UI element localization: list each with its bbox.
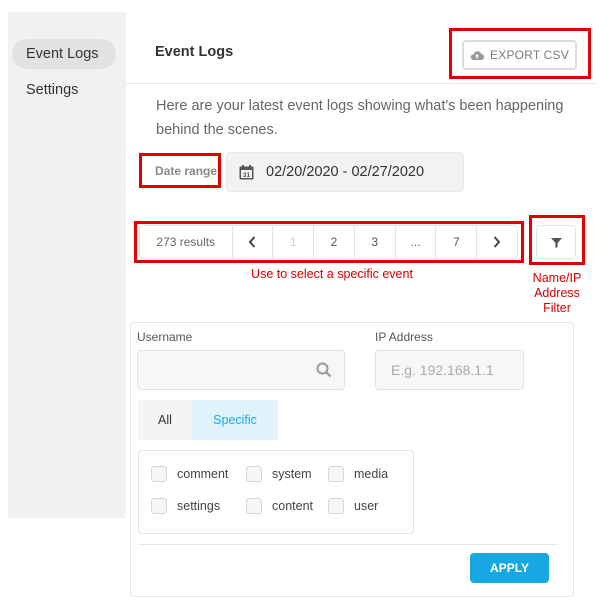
checkbox-box[interactable]	[151, 498, 167, 514]
sidebar-item-event-logs[interactable]: Event Logs	[12, 39, 116, 69]
segment-specific[interactable]: Specific	[192, 400, 278, 440]
filter-annotation-line: Address	[534, 286, 580, 300]
page-title: Event Logs	[155, 44, 234, 60]
filter-annotation-line: Filter	[543, 301, 571, 315]
export-csv-button[interactable]: EXPORT CSV	[462, 40, 577, 70]
filter-toggle-button[interactable]	[536, 225, 576, 259]
checkbox-label: system	[272, 467, 312, 481]
filter-mode-segmented: All Specific	[138, 400, 278, 440]
export-csv-label: EXPORT CSV	[490, 48, 569, 62]
filter-annotation: Name/IP Address Filter	[520, 271, 594, 316]
pagination: 273 results 1 2 3 ... 7	[139, 225, 518, 259]
checkbox-comment[interactable]: comment	[151, 466, 228, 482]
description-text: Here are your latest event logs showing …	[156, 98, 564, 138]
page-button-2[interactable]: 2	[313, 226, 354, 258]
search-icon	[316, 362, 332, 378]
segment-all[interactable]: All	[138, 400, 192, 440]
chevron-left-icon	[249, 236, 256, 248]
ip-address-input[interactable]: E.g. 192.168.1.1	[375, 350, 524, 390]
date-range-value: 02/20/2020 - 02/27/2020	[266, 164, 425, 180]
checkbox-media[interactable]: media	[328, 466, 388, 482]
sidebar-item-label: Settings	[26, 82, 79, 98]
checkbox-settings[interactable]: settings	[151, 498, 220, 514]
filter-annotation-line: Name/IP	[532, 271, 582, 285]
date-range-field[interactable]: 31 02/20/2020 - 02/27/2020	[226, 152, 464, 192]
sidebar: Event Logs Settings	[8, 12, 126, 518]
checkbox-label: comment	[177, 467, 229, 481]
page-button-7[interactable]: 7	[435, 226, 476, 258]
panel-header: Event Logs EXPORT CSV	[126, 22, 596, 84]
results-count: 273 results	[156, 235, 216, 249]
checkbox-label: settings	[177, 499, 221, 513]
checkbox-label: media	[354, 467, 389, 481]
checkbox-label: content	[272, 499, 314, 513]
pagination-annotation: Use to select a specific event	[251, 267, 413, 281]
calendar-day: 31	[243, 172, 251, 179]
checkbox-box[interactable]	[328, 466, 344, 482]
event-type-checkboxes: comment system media settings content us…	[138, 450, 414, 534]
page-button-1[interactable]: 1	[272, 226, 313, 258]
checkbox-label: user	[354, 499, 379, 513]
checkbox-user[interactable]: user	[328, 498, 378, 514]
calendar-icon: 31	[239, 164, 254, 179]
ip-address-placeholder: E.g. 192.168.1.1	[391, 362, 494, 378]
filter-icon	[550, 237, 562, 248]
apply-button[interactable]: APPLY	[470, 553, 549, 583]
sidebar-item-settings[interactable]: Settings	[12, 75, 116, 105]
checkbox-system[interactable]: system	[246, 466, 312, 482]
checkbox-box[interactable]	[151, 466, 167, 482]
sidebar-item-label: Event Logs	[26, 46, 99, 62]
ip-address-label: IP Address	[375, 330, 433, 344]
checkbox-content[interactable]: content	[246, 498, 313, 514]
chevron-right-icon	[493, 236, 501, 248]
prev-page-button[interactable]	[231, 226, 273, 258]
checkbox-box[interactable]	[246, 466, 262, 482]
next-page-button[interactable]	[476, 226, 517, 258]
username-input[interactable]	[137, 350, 345, 390]
page-ellipsis: ...	[394, 226, 436, 258]
panel-divider	[138, 544, 558, 545]
page-button-3[interactable]: 3	[353, 226, 395, 258]
checkbox-box[interactable]	[328, 498, 344, 514]
username-label: Username	[137, 330, 193, 344]
checkbox-box[interactable]	[246, 498, 262, 514]
date-range-label: Date range	[155, 164, 218, 178]
cloud-upload-icon	[470, 50, 485, 60]
